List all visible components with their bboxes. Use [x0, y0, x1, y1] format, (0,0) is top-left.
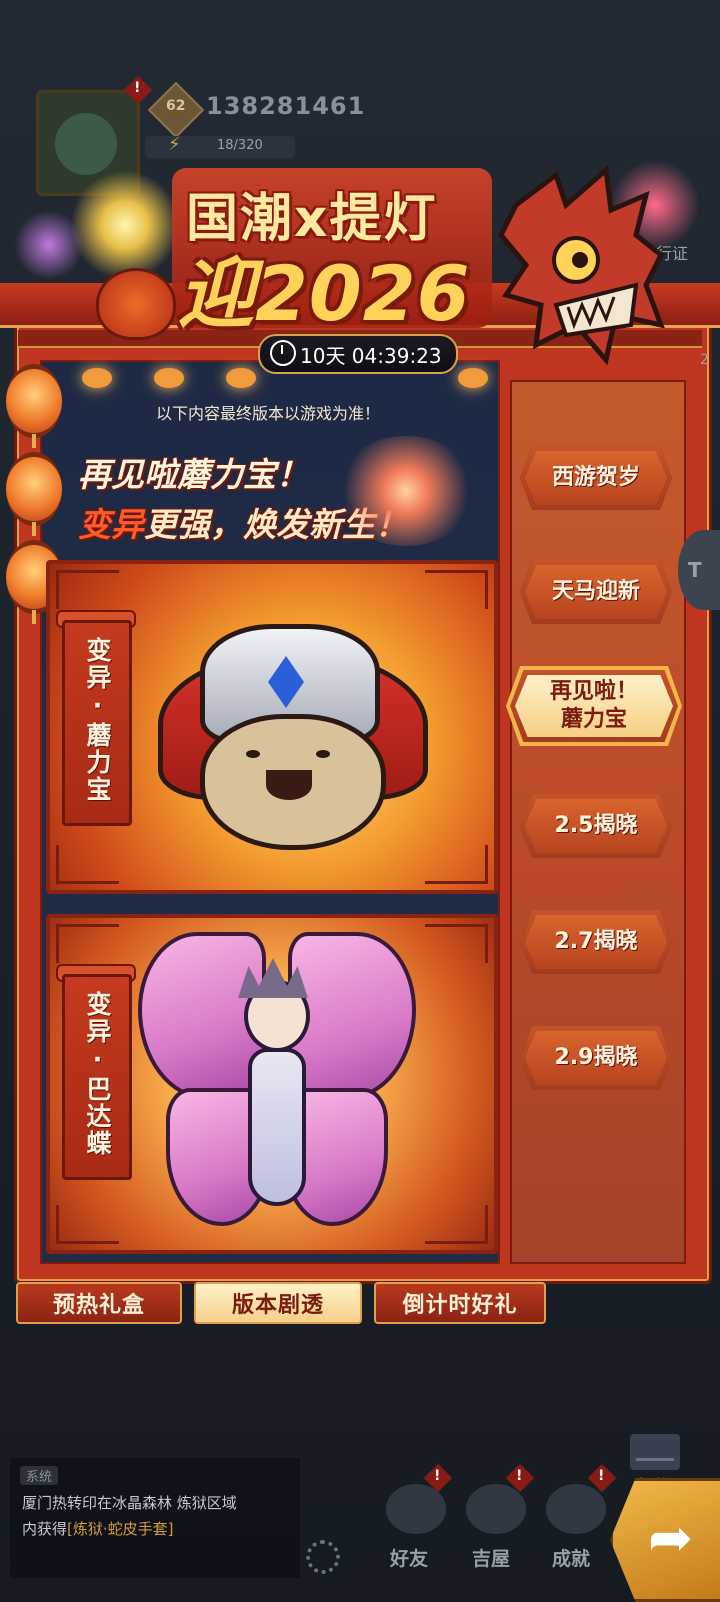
fret-corner	[425, 845, 488, 884]
tab-warmup-gift[interactable]: 预热礼盒	[16, 1282, 182, 1324]
firework-decoration	[336, 436, 476, 546]
small-lantern-icon	[226, 368, 256, 388]
tab-label: 2.7揭晓	[554, 929, 638, 954]
fret-corner	[425, 924, 488, 963]
chat-message-item: 内获得[炼狱·蛇皮手套]	[22, 1518, 174, 1539]
alert-badge-mark: !	[434, 1468, 441, 1484]
tab-label: 2.9揭晓	[554, 1045, 638, 1070]
energy-value: 18/320	[217, 138, 263, 153]
small-lantern-icon	[82, 368, 112, 388]
fret-corner	[425, 1205, 488, 1244]
mushroom-eye	[246, 750, 260, 758]
mushroom-mouth	[266, 770, 312, 800]
chat-item-link[interactable]: [炼狱·蛇皮手套]	[67, 1520, 173, 1538]
headline-primary: 再见啦蘑力宝！	[78, 455, 309, 494]
tab-reveal-2-7[interactable]: 2.7揭晓	[520, 910, 672, 974]
headline-highlight: 变异	[78, 505, 144, 544]
nav-house[interactable]: 吉屋	[472, 1544, 510, 1571]
small-lantern-icon	[154, 368, 184, 388]
fret-corner	[56, 845, 119, 884]
settings-gear-icon[interactable]	[306, 1540, 340, 1574]
tab-countdown-gift[interactable]: 倒计时好礼	[374, 1282, 546, 1324]
event-title-year: 迎2026	[178, 249, 471, 338]
alert-badge-mark: !	[516, 1468, 523, 1484]
tab-journey-west[interactable]: 西游贺岁	[520, 446, 672, 510]
achievement-trophy-icon[interactable]	[546, 1484, 606, 1534]
share-arrow-icon: ➦	[648, 1506, 694, 1569]
pet-name-scroll: 变异·蘑力宝	[62, 620, 132, 826]
tab-pegasus[interactable]: 天马迎新	[520, 560, 672, 624]
player-id: 138281461	[206, 92, 366, 120]
tab-label: 天马迎新	[551, 579, 640, 604]
tab-label: 西游贺岁	[551, 465, 640, 490]
firework-decoration	[14, 210, 84, 280]
fret-corner	[56, 1205, 119, 1244]
fret-corner	[56, 570, 119, 609]
small-lantern-icon	[458, 368, 488, 388]
dragon-head-icon	[498, 165, 665, 366]
lantern-tassel	[32, 434, 36, 448]
side-float-label: T	[688, 558, 702, 582]
avatar-alert-mark: !	[134, 80, 141, 96]
lucky-pouch-icon	[96, 268, 176, 340]
chat-channel-tag: 系统	[20, 1466, 59, 1485]
mail-icon[interactable]	[630, 1434, 680, 1470]
fret-corner	[56, 924, 119, 963]
tab-label: 再见啦！ 蘑力宝	[549, 679, 638, 732]
edge-number: 2	[700, 352, 709, 368]
level-badge: 62	[166, 98, 186, 114]
clock-icon	[270, 340, 296, 366]
house-icon[interactable]	[466, 1484, 526, 1534]
chat-text: 内获得	[22, 1520, 68, 1538]
pet-name-butterfly: 变异·巴达蝶	[83, 991, 112, 1157]
pet-name-scroll: 变异·巴达蝶	[62, 974, 132, 1180]
fret-corner	[425, 570, 488, 609]
alert-badge-mark: !	[598, 1468, 605, 1484]
nav-friends[interactable]: 好友	[390, 1544, 428, 1571]
countdown-timer: 10天 04:39:23	[300, 344, 442, 368]
firework-decoration	[70, 170, 180, 280]
tab-version-spoiler[interactable]: 版本剧透	[194, 1282, 362, 1324]
disclaimer-notice: 以下内容最终版本以游戏为准！	[155, 404, 380, 423]
nav-achievements[interactable]: 成就	[552, 1544, 590, 1571]
tab-reveal-2-9[interactable]: 2.9揭晓	[520, 1026, 672, 1090]
tab-label: 2.5揭晓	[554, 813, 638, 838]
tab-goodbye-mushroom[interactable]: 再见啦！ 蘑力宝	[510, 670, 678, 742]
energy-bolt-icon: ⚡	[168, 134, 181, 155]
chat-message: 厦门热转印在冰晶森林 炼狱区域	[22, 1494, 237, 1512]
tab-reveal-2-5[interactable]: 2.5揭晓	[520, 794, 672, 858]
pet-name-mushroom: 变异·蘑力宝	[83, 637, 112, 803]
avatar-face	[55, 113, 117, 175]
fairy-body	[248, 1048, 306, 1206]
lantern-tassel	[32, 522, 36, 536]
mushroom-eye	[316, 750, 330, 758]
lantern-tassel	[32, 610, 36, 624]
hanging-lantern-icon	[6, 452, 62, 526]
